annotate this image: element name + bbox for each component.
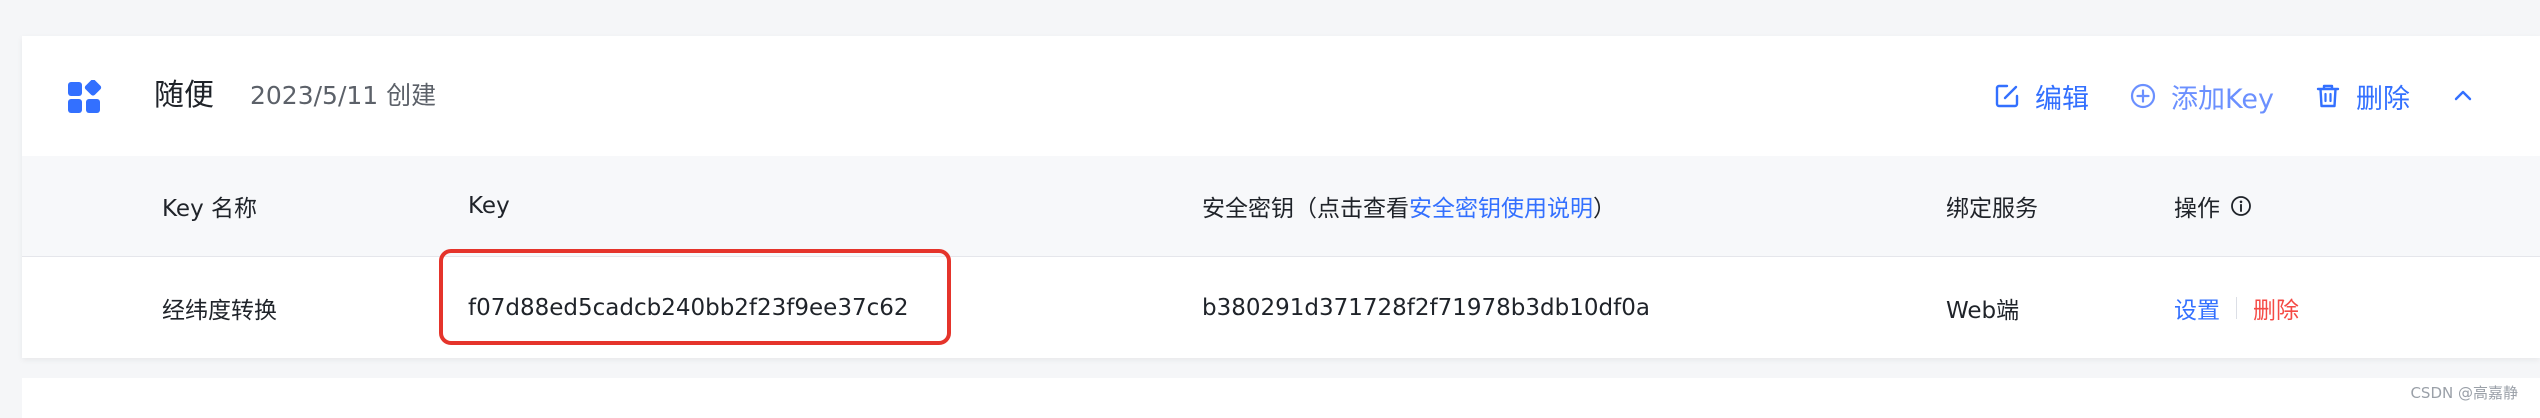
edit-icon (1995, 84, 2019, 108)
app-name: 随便 (154, 78, 214, 113)
chevron-up-icon[interactable] (2450, 83, 2476, 109)
row-secret-value: b380291d371728f2f71978b3db10df0a (1202, 294, 1650, 321)
app-card-header: 随便 2023/5/11 创建 编辑 添加Key 删除 (22, 36, 2540, 156)
app-card: 随便 2023/5/11 创建 编辑 添加Key 删除 Key 名称 Key 安… (22, 36, 2540, 358)
row-key-name: 经纬度转换 (162, 297, 277, 324)
row-operations: 设置 删除 (2174, 257, 2299, 358)
operation-divider (2236, 296, 2237, 319)
column-secret-prefix: 安全密钥（点击查看 (1202, 196, 1409, 222)
column-operation: 操作 (2174, 156, 2252, 256)
column-key: Key (468, 193, 510, 219)
column-secret-suffix: ） (1593, 196, 1616, 222)
edit-label: 编辑 (2035, 83, 2090, 115)
header-actions: 编辑 添加Key 删除 (1953, 74, 2476, 118)
row-bound-service: Web端 (1946, 297, 2020, 324)
next-app-card (22, 378, 2540, 418)
delete-key-link[interactable]: 删除 (2253, 291, 2299, 325)
key-table-header: Key 名称 Key 安全密钥（点击查看 安全密钥使用说明） 绑定服务 操作 (22, 156, 2540, 257)
column-operation-label: 操作 (2174, 196, 2220, 222)
watermark: CSDN @高嘉静 (2410, 384, 2518, 402)
row-key-value: f07d88ed5cadcb240bb2f23f9ee37c62 (468, 294, 909, 321)
column-key-name: Key 名称 (162, 196, 258, 222)
plus-circle-icon (2130, 83, 2156, 109)
column-secret: 安全密钥（点击查看 安全密钥使用说明） (1202, 156, 1616, 256)
secret-usage-link[interactable]: 安全密钥使用说明 (1409, 189, 1593, 223)
column-bound-service: 绑定服务 (1946, 196, 2038, 222)
settings-link[interactable]: 设置 (2174, 291, 2220, 325)
edit-button[interactable]: 编辑 (1993, 77, 2089, 116)
app-created-date: 2023/5/11 创建 (250, 81, 437, 110)
info-icon[interactable] (2230, 195, 2252, 217)
trash-icon (2316, 84, 2340, 108)
delete-app-label: 删除 (2356, 83, 2410, 115)
table-row: 经纬度转换 f07d88ed5cadcb240bb2f23f9ee37c62 b… (22, 257, 2540, 358)
add-key-button[interactable]: 添加Key (2129, 77, 2274, 116)
delete-app-button[interactable]: 删除 (2314, 77, 2410, 116)
app-grid-icon (68, 80, 102, 113)
add-key-label: 添加Key (2171, 83, 2274, 115)
